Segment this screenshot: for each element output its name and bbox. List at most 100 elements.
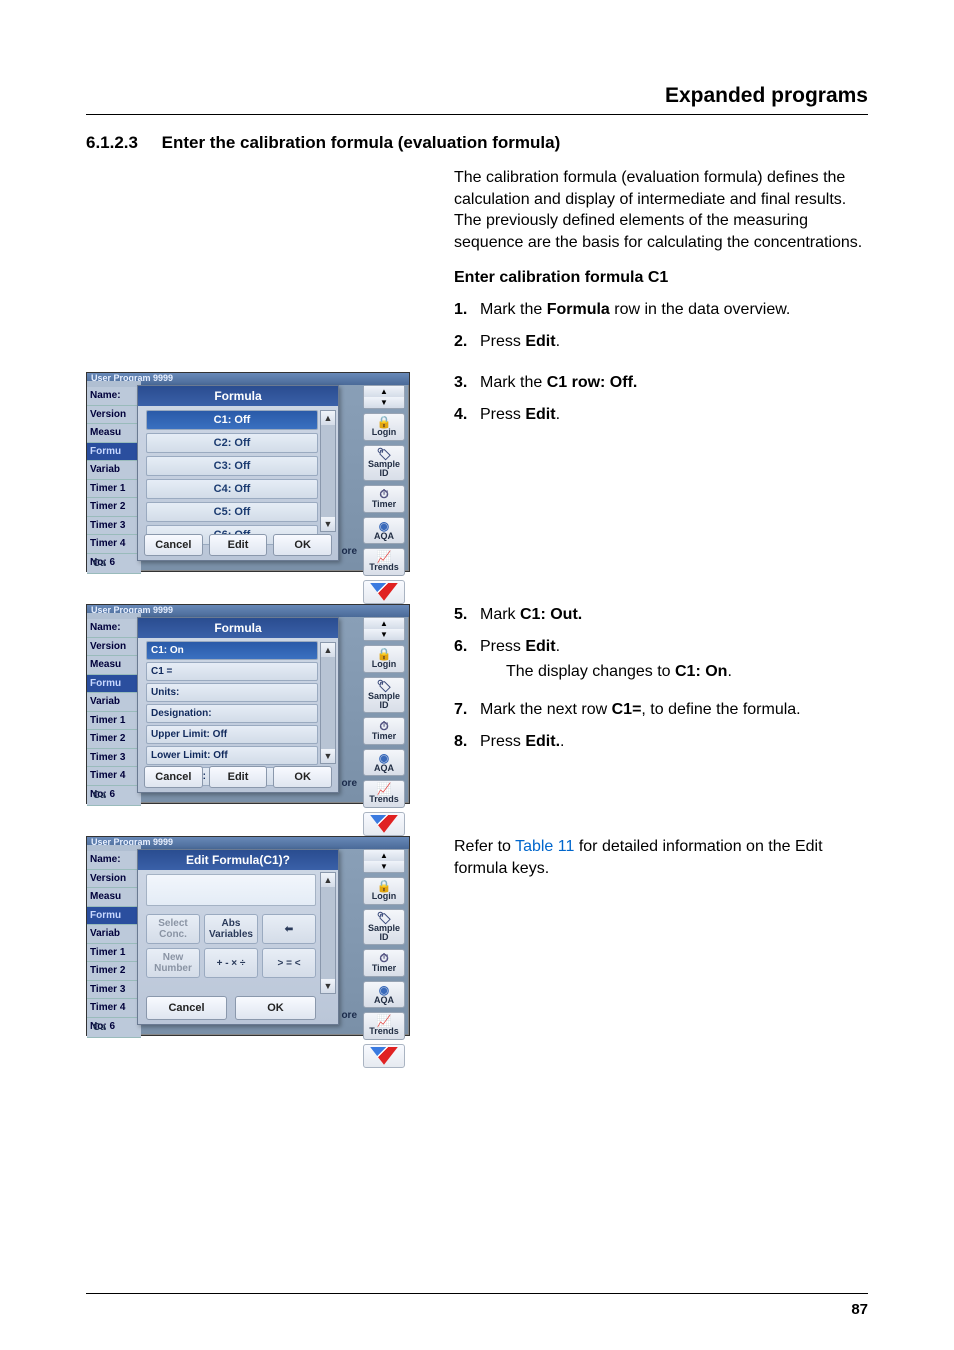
footer-rule — [86, 1293, 868, 1294]
trends-button[interactable]: 📈Trends — [363, 780, 405, 807]
ok-button[interactable]: OK — [235, 996, 316, 1020]
row-units[interactable]: Units: — [146, 683, 318, 702]
formula-c5[interactable]: C5: Off — [146, 502, 318, 522]
scroll-down-icon[interactable]: ▼ — [364, 861, 404, 872]
refer-para: Refer to Table 11 for detailed informati… — [454, 836, 868, 879]
section-title: Enter the calibration formula (evaluatio… — [162, 133, 561, 152]
aqa-button[interactable]: ◉AQA — [363, 749, 405, 776]
cancel-button[interactable]: Cancel — [146, 996, 227, 1020]
screenshot-1: User Program 9999 Name: Version Measu Fo… — [86, 372, 410, 572]
timer-button[interactable]: ⏱Timer — [363, 485, 405, 512]
table-11-link[interactable]: Table 11 — [515, 838, 574, 855]
step-body: Press Edit. — [480, 331, 868, 353]
edit-button[interactable]: Edit — [209, 534, 268, 556]
trends-button[interactable]: 📈Trends — [363, 548, 405, 575]
page-number: 87 — [851, 1301, 868, 1318]
step-body: Press Edit. The display changes to C1: O… — [480, 636, 868, 689]
popup-title: Formula — [138, 386, 338, 406]
step-body: Mark the Formula row in the data overvie… — [480, 299, 868, 321]
step-body: Press Edit. — [480, 404, 868, 426]
abs-variables-button[interactable]: Abs Variables — [204, 914, 258, 944]
section-heading: 6.1.2.3 Enter the calibration formula (e… — [86, 133, 868, 153]
step-extra: The display changes to C1: On. — [506, 661, 868, 683]
header-rule — [86, 114, 868, 115]
main-scrollbar[interactable]: ▲ ▼ — [363, 385, 405, 409]
operators-button[interactable]: + - × ÷ — [204, 948, 258, 978]
ca-label: Ca — [93, 790, 106, 801]
scroll-up-icon[interactable]: ▲ — [364, 618, 404, 629]
row-lower-limit[interactable]: Lower Limit: Off — [146, 746, 318, 765]
row-c1-eq[interactable]: C1 = — [146, 662, 318, 681]
steps-a: 1. Mark the Formula row in the data over… — [454, 299, 868, 352]
screenshot-2: User Program 9999 Name: Version Measu Fo… — [86, 604, 410, 804]
row-designation[interactable]: Designation: — [146, 704, 318, 723]
ca-label: Ca — [93, 558, 106, 569]
step-body: Mark the C1 row: Off. — [480, 372, 868, 394]
ore-label: ore — [341, 778, 357, 789]
scroll-down-icon[interactable]: ▼ — [364, 629, 404, 640]
row-upper-limit[interactable]: Upper Limit: Off — [146, 725, 318, 744]
new-number-button[interactable]: New Number — [146, 948, 200, 978]
backspace-button[interactable]: ⬅ — [262, 914, 316, 944]
ore-label: ore — [341, 1010, 357, 1021]
step-num: 8. — [454, 731, 480, 753]
popup-scrollbar[interactable]: ▲ ▼ — [320, 642, 336, 764]
formula-c2[interactable]: C2: Off — [146, 433, 318, 453]
ore-label: ore — [341, 546, 357, 557]
formula-c4[interactable]: C4: Off — [146, 479, 318, 499]
formula-display — [146, 874, 316, 906]
cancel-button[interactable]: Cancel — [144, 534, 203, 556]
ok-button[interactable]: OK — [273, 766, 332, 788]
scroll-down-icon[interactable]: ▼ — [321, 979, 335, 993]
brand-logo — [363, 580, 405, 604]
step-num: 3. — [454, 372, 480, 394]
bg-rows: Name: Version Measu Formu Variab Timer 1… — [87, 387, 141, 574]
timer-button[interactable]: ⏱Timer — [363, 717, 405, 744]
brand-logo — [363, 1044, 405, 1068]
sub-heading-1: Enter calibration formula C1 — [454, 267, 868, 289]
comparison-button[interactable]: > = < — [262, 948, 316, 978]
scroll-up-icon[interactable]: ▲ — [321, 873, 335, 887]
popup-scrollbar[interactable]: ▲ ▼ — [320, 872, 336, 994]
scroll-up-icon[interactable]: ▲ — [364, 386, 404, 397]
main-scrollbar[interactable]: ▲ ▼ — [363, 849, 405, 873]
login-button[interactable]: 🔒Login — [363, 645, 405, 672]
scroll-down-icon[interactable]: ▼ — [321, 749, 335, 763]
scroll-down-icon[interactable]: ▼ — [364, 397, 404, 408]
scroll-down-icon[interactable]: ▼ — [321, 517, 335, 531]
step-num: 7. — [454, 699, 480, 721]
popup-scrollbar[interactable]: ▲ ▼ — [320, 410, 336, 532]
section-num: 6.1.2.3 — [86, 133, 138, 152]
side-toolbar: ▲ ▼ 🔒Login 🏷Sample ID ⏱Timer ◉AQA 📈Trend… — [359, 617, 409, 793]
login-button[interactable]: 🔒Login — [363, 413, 405, 440]
popup-formula: Formula C1: Off C2: Off C3: Off C4: Off … — [137, 385, 339, 561]
row-c1-on[interactable]: C1: On — [146, 641, 318, 660]
sample-id-button[interactable]: 🏷Sample ID — [363, 677, 405, 714]
ok-button[interactable]: OK — [273, 534, 332, 556]
step-num: 2. — [454, 331, 480, 353]
formula-c1[interactable]: C1: Off — [146, 410, 318, 430]
popup-title: Edit Formula(C1)? — [138, 850, 338, 870]
cancel-button[interactable]: Cancel — [144, 766, 203, 788]
select-conc-button[interactable]: Select Conc. — [146, 914, 200, 944]
side-toolbar: ▲ ▼ 🔒Login 🏷Sample ID ⏱Timer ◉AQA 📈Trend… — [359, 849, 409, 1025]
scroll-up-icon[interactable]: ▲ — [364, 850, 404, 861]
side-toolbar: ▲ ▼ 🔒Login 🏷Sample ID ⏱Timer ◉AQA 📈Trend… — [359, 385, 409, 561]
edit-button[interactable]: Edit — [209, 766, 268, 788]
aqa-button[interactable]: ◉AQA — [363, 981, 405, 1008]
scroll-up-icon[interactable]: ▲ — [321, 411, 335, 425]
intro-para: The calibration formula (evaluation form… — [454, 167, 868, 253]
scroll-up-icon[interactable]: ▲ — [321, 643, 335, 657]
step-body: Mark the next row C1=, to define the for… — [480, 699, 868, 721]
sample-id-button[interactable]: 🏷Sample ID — [363, 445, 405, 482]
ca-label: Ca — [93, 1022, 106, 1033]
trends-button[interactable]: 📈Trends — [363, 1012, 405, 1039]
sample-id-button[interactable]: 🏷Sample ID — [363, 909, 405, 946]
main-scrollbar[interactable]: ▲ ▼ — [363, 617, 405, 641]
step-num: 1. — [454, 299, 480, 321]
login-button[interactable]: 🔒Login — [363, 877, 405, 904]
step-body: Press Edit.. — [480, 731, 868, 753]
timer-button[interactable]: ⏱Timer — [363, 949, 405, 976]
aqa-button[interactable]: ◉AQA — [363, 517, 405, 544]
formula-c3[interactable]: C3: Off — [146, 456, 318, 476]
